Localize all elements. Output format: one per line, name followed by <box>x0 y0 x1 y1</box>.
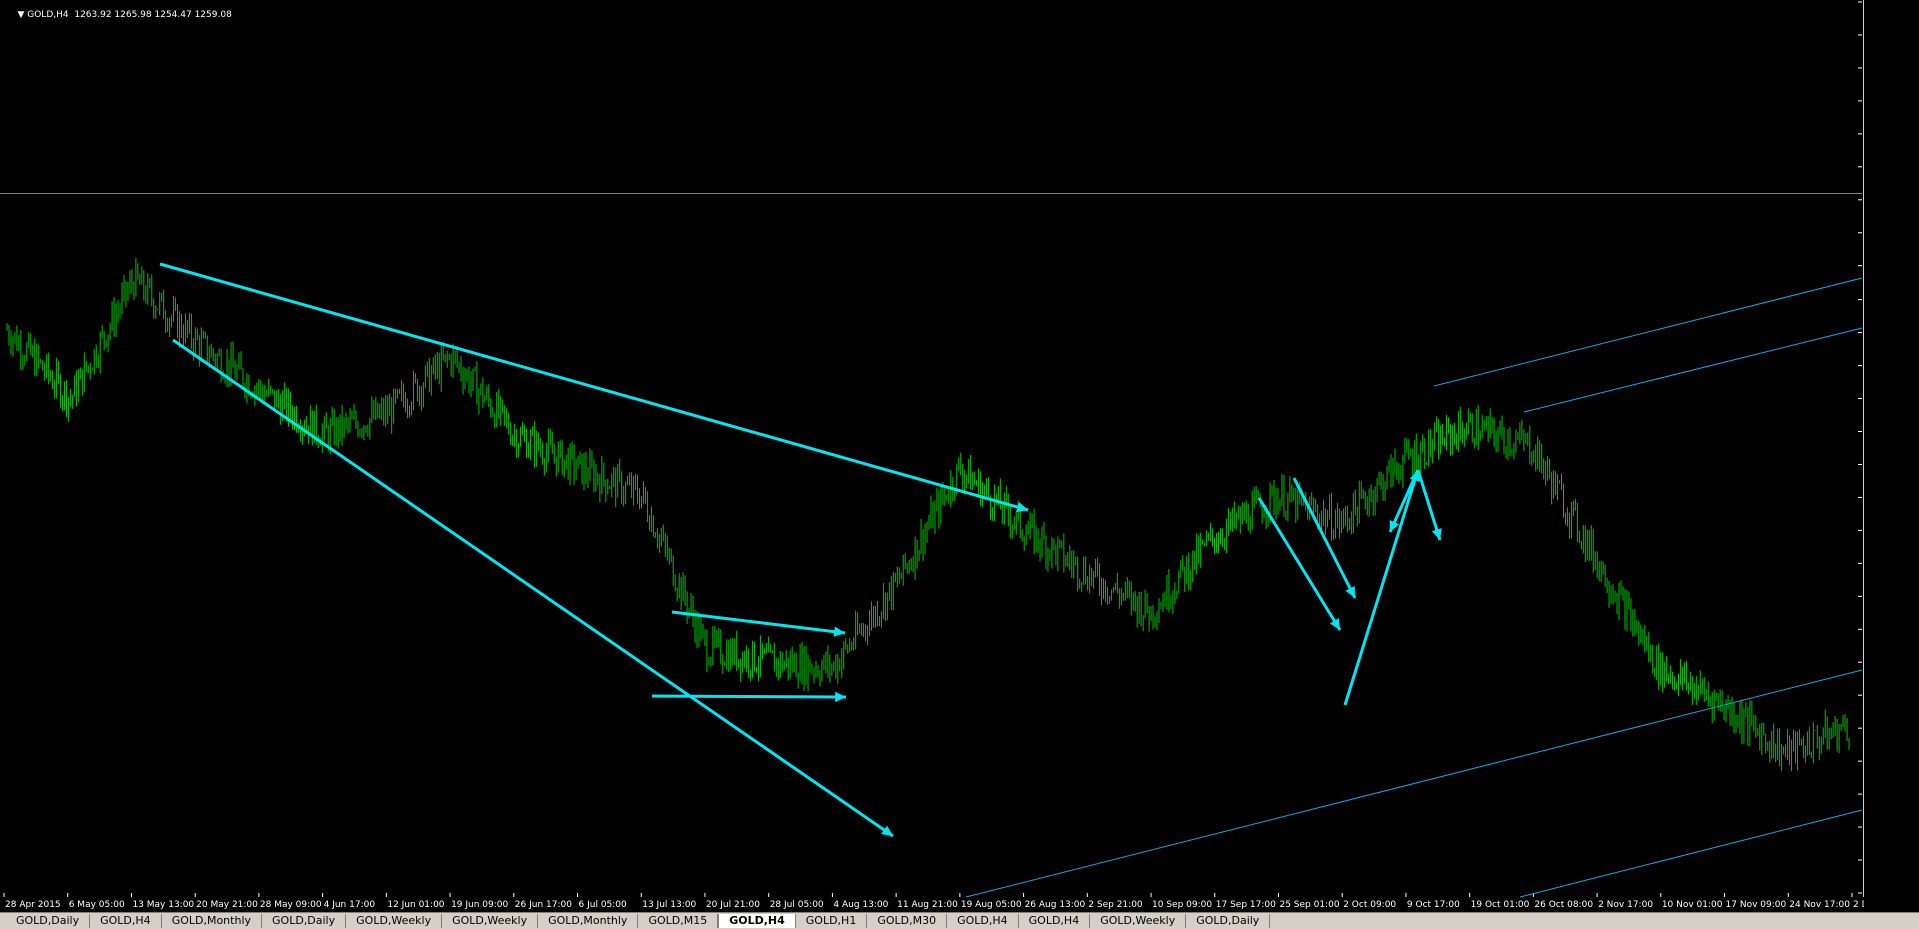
chart-tab[interactable]: GOLD,H4 <box>947 914 1019 928</box>
symbol-label: GOLD,H4 <box>27 10 69 20</box>
time-label: 19 Aug 05:00 <box>961 900 1022 910</box>
time-label: 26 Aug 13:00 <box>1025 900 1086 910</box>
time-label: 6 May 05:00 <box>69 900 125 910</box>
time-label: 12 Jun 01:00 <box>387 900 444 910</box>
trendline-arrow <box>1292 477 1357 599</box>
chart-area[interactable]: 1328.201316.301304.401292.501280.601268.… <box>0 0 1864 910</box>
time-label: 4 Aug 13:00 <box>833 900 888 910</box>
chart-tab[interactable]: GOLD,H1 <box>796 914 868 928</box>
chart-tab[interactable]: GOLD,Weekly <box>442 914 539 928</box>
time-label: 28 May 09:00 <box>260 900 322 910</box>
chart-tab[interactable]: GOLD,M15 <box>638 914 719 928</box>
time-label: 2 Oct 09:00 <box>1343 900 1396 910</box>
time-label: 11 Aug 21:00 <box>897 900 958 910</box>
chart-tab[interactable]: GOLD,Daily <box>262 914 347 928</box>
time-label: 10 Sep 09:00 <box>1152 900 1212 910</box>
chart-tab-bar: GOLD,Daily GOLD,H4 GOLD,Monthly GOLD,Daily G… <box>0 912 1919 929</box>
time-label: 28 Apr 2015 <box>5 900 61 910</box>
chart-tab[interactable]: GOLD,Monthly <box>538 914 639 928</box>
arrowhead <box>835 691 846 703</box>
arrowhead <box>1431 528 1442 540</box>
channel-line <box>965 669 1863 898</box>
chart-tab[interactable]: GOLD,Daily <box>1186 914 1271 928</box>
time-label: 4 Jun 17:00 <box>324 900 376 910</box>
trendline-arrow <box>172 338 894 838</box>
time-label: 26 Oct 08:00 <box>1534 900 1593 910</box>
chart-tabs: GOLD,Daily GOLD,H4 GOLD,Monthly GOLD,Daily G… <box>6 913 1271 928</box>
time-label: 19 Oct 01:00 <box>1471 900 1530 910</box>
time-label: 2 Dec 09:00 <box>1853 900 1864 910</box>
time-label: 13 Jul 13:00 <box>642 900 696 910</box>
channel-line <box>1519 809 1863 898</box>
time-label: 26 Jun 17:00 <box>515 900 572 910</box>
chart-tab[interactable]: GOLD,Weekly <box>1090 914 1187 928</box>
time-label: 2 Nov 17:00 <box>1598 900 1653 910</box>
chart-tab[interactable]: GOLD,H4 <box>718 914 796 928</box>
time-label: 13 May 13:00 <box>132 900 194 910</box>
trendline-arrow <box>671 610 846 635</box>
chart-tab[interactable]: GOLD,Weekly <box>346 914 443 928</box>
time-label: 20 Jul 21:00 <box>706 900 760 910</box>
time-label: 28 Jul 05:00 <box>770 900 824 910</box>
channel-line <box>1523 327 1863 413</box>
time-label: 10 Nov 01:00 <box>1662 900 1723 910</box>
chart-header: ▼ GOLD,H4 1263.92 1265.98 1254.47 1259.0… <box>6 0 231 20</box>
time-label: 9 Oct 17:00 <box>1407 900 1460 910</box>
time-label: 17 Nov 09:00 <box>1726 900 1787 910</box>
chart-tab[interactable]: GOLD,Monthly <box>162 914 263 928</box>
time-label: 19 Jun 09:00 <box>451 900 508 910</box>
trendline-arrow <box>1343 469 1420 706</box>
trendline-arrow <box>651 694 847 699</box>
chart-tab[interactable]: GOLD,H4 <box>1019 914 1091 928</box>
channel-line <box>1433 277 1863 387</box>
time-label: 20 May 21:00 <box>196 900 258 910</box>
time-label: 25 Sep 01:00 <box>1279 900 1339 910</box>
trendline-arrow <box>1416 469 1442 541</box>
time-label: 24 Nov 17:00 <box>1789 900 1850 910</box>
time-label: 17 Sep 17:00 <box>1216 900 1276 910</box>
chart-tab[interactable]: GOLD,Daily <box>6 914 91 928</box>
triangle-down-icon[interactable]: ▼ <box>17 10 24 20</box>
chart-tab[interactable]: GOLD,M30 <box>867 914 948 928</box>
chart-tab[interactable]: GOLD,H4 <box>90 914 162 928</box>
time-label: 2 Sep 21:00 <box>1088 900 1143 910</box>
chart-canvas[interactable]: 1328.201316.301304.401292.501280.601268.… <box>0 0 1864 910</box>
time-label: 6 Jul 05:00 <box>579 900 628 910</box>
ohlc-values: 1263.92 1265.98 1254.47 1259.08 <box>74 10 232 20</box>
